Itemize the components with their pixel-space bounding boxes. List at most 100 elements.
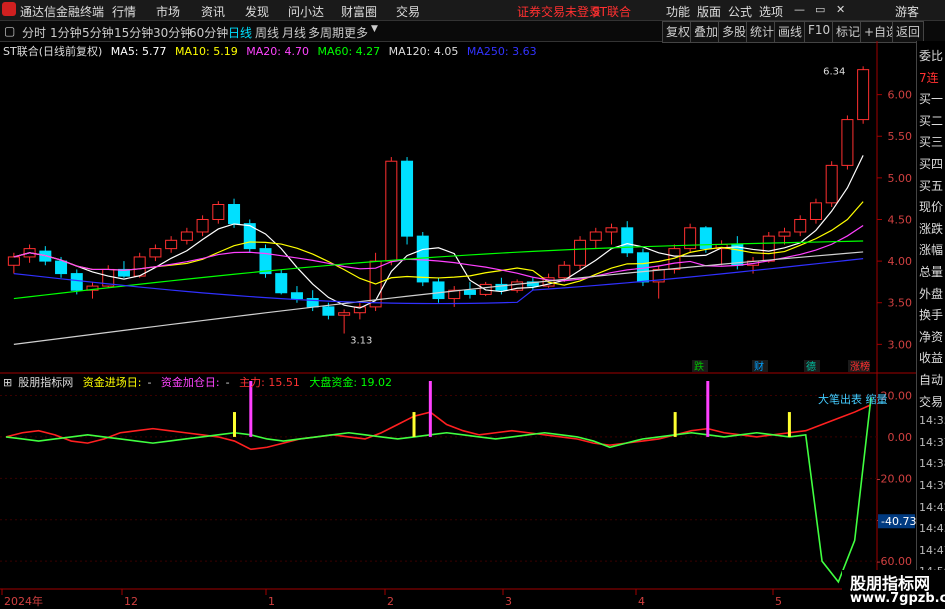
price-axis-label: 4.00 bbox=[888, 255, 913, 268]
indicator-main-force-label: 主力: 15.51 bbox=[239, 376, 300, 389]
main-force-line bbox=[5, 404, 872, 451]
ma10-label: MA10: 5.19 bbox=[175, 45, 238, 58]
close-icon[interactable]: ✕ bbox=[836, 3, 845, 16]
side-panel-item[interactable]: 收益 bbox=[919, 349, 943, 366]
side-panel-item[interactable]: 现价 bbox=[919, 198, 943, 215]
app-title: 通达信金融终端 bbox=[20, 5, 105, 19]
side-panel-item[interactable]: 14:35 bbox=[919, 414, 945, 427]
login-notice[interactable]: 证券交易未登录 bbox=[517, 3, 601, 20]
kline-chart[interactable]: 6.005.505.004.504.003.503.0020.000.00-20… bbox=[0, 41, 916, 609]
indicator-icon[interactable]: ⊞ bbox=[3, 376, 12, 389]
more-chevron-icon[interactable]: ▼ bbox=[371, 24, 378, 34]
back-button[interactable]: 返回 bbox=[892, 21, 925, 43]
side-panel-item[interactable]: 14:38 bbox=[919, 457, 945, 470]
candle-body bbox=[149, 248, 162, 258]
inflow-marker bbox=[412, 412, 416, 437]
side-panel-item[interactable]: 净资 bbox=[919, 328, 943, 345]
f10-button[interactable]: F10 bbox=[804, 21, 835, 43]
menu-item-formula[interactable]: 公式 bbox=[728, 3, 752, 20]
price-axis-label: 6.00 bbox=[888, 89, 913, 102]
date-axis-label: 5 bbox=[775, 595, 782, 608]
candle-body bbox=[809, 202, 822, 220]
candle-body bbox=[699, 227, 712, 250]
tab-15min[interactable]: 15分钟 bbox=[114, 24, 153, 41]
event-tag-label: 涨榜 bbox=[850, 360, 870, 373]
minimize-icon[interactable]: — bbox=[794, 3, 805, 16]
addon-marker bbox=[428, 381, 432, 437]
price-axis-label: 5.00 bbox=[888, 172, 913, 185]
side-panel-item[interactable]: 14:37 bbox=[919, 436, 945, 449]
menu-item-function[interactable]: 功能 bbox=[666, 3, 690, 20]
tab-more[interactable]: 更多 bbox=[344, 24, 368, 41]
menu-item-wealth[interactable]: 财富圈 bbox=[341, 3, 377, 20]
ma250-label: MA250: 3.63 bbox=[466, 45, 537, 58]
side-panel-item[interactable]: 换手 bbox=[919, 306, 943, 323]
restore-icon[interactable]: ▭ bbox=[815, 3, 825, 16]
menu-item-exchange[interactable]: 市场 bbox=[156, 3, 180, 20]
side-panel-item[interactable]: 买一 bbox=[919, 90, 943, 107]
menu-item-options[interactable]: 选项 bbox=[759, 3, 783, 20]
candle-body bbox=[794, 218, 807, 233]
side-panel-item[interactable]: 7连 bbox=[919, 69, 939, 86]
ma60-label: MA60: 4.27 bbox=[317, 45, 381, 58]
event-tag-label: 财 bbox=[754, 360, 764, 373]
tab-weekly[interactable]: 周线 bbox=[255, 24, 279, 41]
side-panel-item[interactable]: 委比 bbox=[919, 47, 943, 64]
candle-body bbox=[259, 248, 272, 275]
candle-body bbox=[621, 227, 634, 254]
tab-daily[interactable]: 日线 bbox=[228, 24, 252, 41]
side-panel-item[interactable]: 14:42 bbox=[919, 501, 945, 514]
inflow-marker bbox=[787, 412, 791, 437]
side-panel-item[interactable]: 自动 bbox=[919, 371, 943, 388]
tab-multi-period[interactable]: 多周期 bbox=[308, 24, 344, 41]
candle-body bbox=[55, 260, 68, 275]
event-tag-label: 跌 bbox=[694, 360, 704, 373]
price-axis-label: 5.50 bbox=[888, 130, 913, 143]
indicator-name[interactable]: 股朋指标网 bbox=[18, 376, 73, 389]
candle-body bbox=[196, 218, 209, 233]
candle-body bbox=[762, 235, 775, 262]
side-panel-item[interactable]: 14:47 bbox=[919, 544, 945, 557]
side-panel-item[interactable]: 买二 bbox=[919, 112, 943, 129]
side-panel-item[interactable]: 14:43 bbox=[919, 522, 945, 535]
tab-timeshare[interactable]: 分时 bbox=[22, 24, 46, 41]
candle-body bbox=[165, 239, 178, 250]
side-panel-item[interactable]: 买三 bbox=[919, 133, 943, 150]
watermark: 股朋指标网 www.7gpzb.com bbox=[842, 570, 945, 609]
low-price-label: 3.13 bbox=[350, 336, 372, 347]
side-panel-item[interactable]: 外盘 bbox=[919, 285, 943, 302]
indicator-add-label: 资金加仓日: bbox=[160, 376, 220, 389]
side-panel-item[interactable]: 14:39 bbox=[919, 479, 945, 492]
tab-monthly[interactable]: 月线 bbox=[282, 24, 306, 41]
toolbar-icon[interactable]: ▢ bbox=[4, 24, 15, 38]
inflow-marker bbox=[673, 412, 677, 437]
tab-5min[interactable]: 5分钟 bbox=[82, 24, 114, 41]
menu-item-market[interactable]: 行情 bbox=[112, 3, 136, 20]
side-panel-item[interactable]: 涨跌 bbox=[919, 220, 943, 237]
ma5-label: MA5: 5.77 bbox=[110, 45, 167, 58]
ma20-label: MA20: 4.70 bbox=[246, 45, 309, 58]
side-panel-item[interactable]: 涨幅 bbox=[919, 241, 943, 258]
candle-body bbox=[416, 235, 429, 283]
menu-item-layout[interactable]: 版面 bbox=[697, 3, 721, 20]
menu-item-ask[interactable]: 问小达 bbox=[288, 3, 324, 20]
candle-body bbox=[275, 273, 288, 294]
candle-body bbox=[857, 69, 870, 121]
guest-user[interactable]: 游客 bbox=[895, 3, 919, 20]
candle-body bbox=[825, 164, 838, 204]
menu-item-discover[interactable]: 发现 bbox=[245, 3, 269, 20]
menu-item-trade[interactable]: 交易 bbox=[396, 3, 420, 20]
side-panel-item[interactable]: 买四 bbox=[919, 155, 943, 172]
side-panel-item[interactable]: 交易 bbox=[919, 393, 943, 410]
indicator-entry-label: 资金进场日: bbox=[82, 376, 142, 389]
side-panel-item[interactable]: 买五 bbox=[919, 177, 943, 194]
side-panel-item[interactable]: 总量 bbox=[919, 263, 943, 280]
tab-1min[interactable]: 1分钟 bbox=[50, 24, 82, 41]
candle-body bbox=[558, 264, 571, 279]
tab-60min[interactable]: 60分钟 bbox=[189, 24, 228, 41]
menu-item-news[interactable]: 资讯 bbox=[201, 3, 225, 20]
draw-button[interactable]: 画线 bbox=[774, 21, 807, 43]
date-axis-label: 2024年 bbox=[4, 594, 43, 608]
tab-30min[interactable]: 30分钟 bbox=[153, 24, 192, 41]
chart-title: ST联合(日线前复权) bbox=[3, 45, 103, 58]
